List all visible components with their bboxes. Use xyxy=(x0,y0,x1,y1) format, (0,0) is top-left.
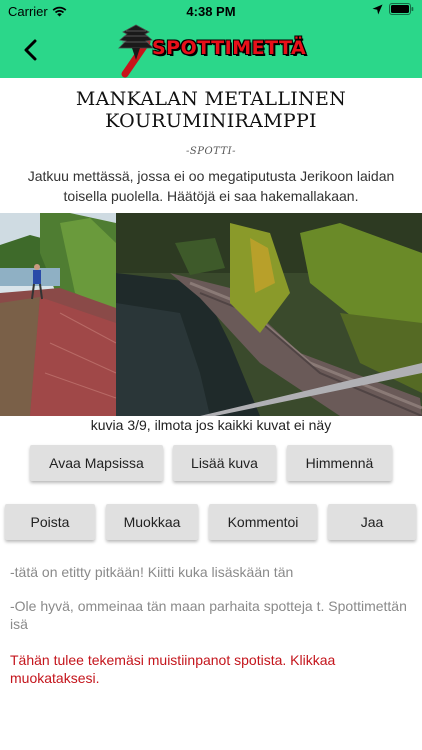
location-arrow-icon xyxy=(372,4,383,14)
photo-caption: kuvia 3/9, ilmota jos kaikki kuvat ei nä… xyxy=(90,417,332,433)
photo-image xyxy=(0,213,422,416)
spot-title: MANKALAN METALLINEN KOURUMINIRAMPPI xyxy=(75,88,347,132)
status-right xyxy=(372,3,414,15)
edit-button[interactable]: Muokkaa xyxy=(106,504,198,540)
header-bar: SPOTTIMETTÄ xyxy=(0,22,422,78)
tree-icon xyxy=(118,24,154,78)
open-in-maps-button[interactable]: Avaa Mapsissa xyxy=(30,445,163,481)
notes-text[interactable]: Tähän tulee tekemäsi muistiinpanot spoti… xyxy=(10,651,410,687)
spot-description: Jatkuu mettässä, jossa ei oo megatiputus… xyxy=(27,168,395,204)
comment-item: -tätä on etitty pitkään! Kiitti kuka lis… xyxy=(10,564,294,580)
comment-item: -Ole hyvä, ommeinaa tän maan parhaita sp… xyxy=(10,598,407,632)
spot-type-label: -SPOTTI- xyxy=(185,146,236,157)
status-bar: Carrier 4:38 PM xyxy=(0,0,422,22)
logo-text: SPOTTIMETTÄ xyxy=(152,37,307,59)
chevron-left-icon xyxy=(24,39,37,61)
clock: 4:38 PM xyxy=(186,4,236,19)
back-button[interactable] xyxy=(14,34,46,66)
delete-button[interactable]: Poista xyxy=(5,504,95,540)
share-button[interactable]: Jaa xyxy=(328,504,416,540)
dim-button[interactable]: Himmennä xyxy=(287,445,392,481)
battery-icon xyxy=(389,3,414,15)
add-photo-button[interactable]: Lisää kuva xyxy=(173,445,276,481)
spot-photo[interactable] xyxy=(0,213,422,416)
comment-button[interactable]: Kommentoi xyxy=(209,504,317,540)
app-logo: SPOTTIMETTÄ xyxy=(116,22,306,78)
